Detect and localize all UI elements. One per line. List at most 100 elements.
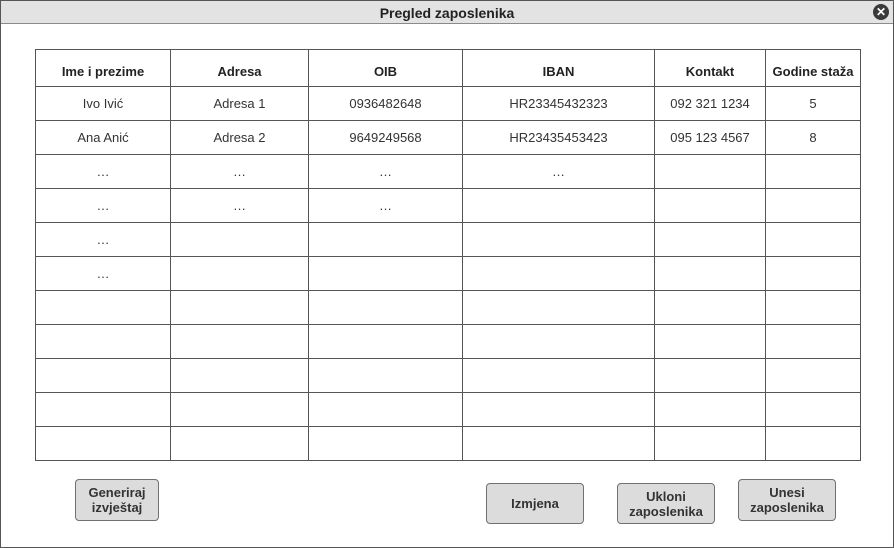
column-header-oib[interactable]: OIB bbox=[308, 49, 463, 87]
table-cell-oib: … bbox=[308, 154, 463, 189]
table-cell-contact bbox=[654, 154, 766, 189]
table-cell-contact bbox=[654, 222, 766, 257]
table-cell-address: … bbox=[170, 188, 309, 223]
remove-employee-label-line2: zaposlenika bbox=[629, 503, 703, 519]
table-cell-years-of-service: 8 bbox=[765, 120, 861, 155]
column-header-address[interactable]: Adresa bbox=[170, 49, 309, 87]
table-cell-contact bbox=[654, 392, 766, 427]
generate-report-label-line2: izvještaj bbox=[91, 500, 143, 515]
table-cell-address bbox=[170, 222, 309, 257]
table-cell-oib bbox=[308, 392, 463, 427]
table-cell-oib: … bbox=[308, 188, 463, 223]
table-cell-oib bbox=[308, 324, 463, 359]
table-cell-name bbox=[35, 324, 171, 359]
column-header-iban[interactable]: IBAN bbox=[462, 49, 655, 87]
table-header-row: Ime i prezime Adresa OIB IBAN Kontakt Go… bbox=[35, 49, 861, 87]
table-cell-address bbox=[170, 426, 309, 461]
table-cell-address bbox=[170, 392, 309, 427]
add-employee-button[interactable]: Unesi zaposlenika bbox=[738, 479, 836, 521]
table-cell-name: Ivo Ivić bbox=[35, 86, 171, 121]
table-cell-iban bbox=[462, 358, 655, 393]
table-cell-iban: … bbox=[462, 154, 655, 189]
table-cell-years-of-service: 5 bbox=[765, 86, 861, 121]
edit-button[interactable]: Izmjena bbox=[486, 483, 584, 524]
table-cell-name bbox=[35, 426, 171, 461]
table-cell-iban bbox=[462, 256, 655, 291]
add-employee-label-line1: Unesi bbox=[769, 485, 805, 500]
column-header-contact[interactable]: Kontakt bbox=[654, 49, 766, 87]
table-row[interactable]: Ana Anić Adresa 2 9649249568 HR23435453423 0… bbox=[35, 120, 861, 155]
table-cell-years-of-service bbox=[765, 324, 861, 359]
table-cell-contact bbox=[654, 256, 766, 291]
table-cell-oib bbox=[308, 426, 463, 461]
table-row[interactable] bbox=[35, 324, 861, 359]
table-cell-years-of-service bbox=[765, 256, 861, 291]
generate-report-button[interactable]: Generiraj izvještaj bbox=[75, 479, 159, 521]
edit-button-label: Izmjena bbox=[511, 496, 559, 511]
table-cell-years-of-service bbox=[765, 358, 861, 393]
table-cell-years-of-service bbox=[765, 188, 861, 223]
table-cell-address bbox=[170, 324, 309, 359]
table-row[interactable]: ……… bbox=[35, 188, 861, 223]
table-cell-iban: HR23435453423 bbox=[462, 120, 655, 155]
table-cell-address bbox=[170, 256, 309, 291]
table-cell-contact: 095 123 4567 bbox=[654, 120, 766, 155]
table-cell-contact bbox=[654, 290, 766, 325]
table-cell-iban bbox=[462, 426, 655, 461]
close-icon[interactable]: ✕ bbox=[873, 4, 889, 20]
table-cell-iban bbox=[462, 188, 655, 223]
table-cell-years-of-service bbox=[765, 392, 861, 427]
table-cell-contact bbox=[654, 358, 766, 393]
employees-table: Ime i prezime Adresa OIB IBAN Kontakt Go… bbox=[35, 49, 861, 461]
table-cell-years-of-service bbox=[765, 426, 861, 461]
table-cell-years-of-service bbox=[765, 154, 861, 189]
table-row[interactable] bbox=[35, 392, 861, 427]
table-cell-name: Ana Anić bbox=[35, 120, 171, 155]
table-row[interactable] bbox=[35, 426, 861, 461]
table-row[interactable] bbox=[35, 358, 861, 393]
table-cell-oib bbox=[308, 256, 463, 291]
table-row[interactable]: ………… bbox=[35, 154, 861, 189]
table-cell-name: … bbox=[35, 256, 171, 291]
table-cell-oib bbox=[308, 290, 463, 325]
table-cell-contact bbox=[654, 426, 766, 461]
table-cell-name: … bbox=[35, 154, 171, 189]
generate-report-label-line1: Generiraj bbox=[88, 485, 146, 500]
remove-employee-label-line1: Ukloni bbox=[646, 488, 686, 504]
table-cell-oib bbox=[308, 222, 463, 257]
table-cell-oib: 9649249568 bbox=[308, 120, 463, 155]
table-cell-contact: 092 321 1234 bbox=[654, 86, 766, 121]
table-cell-years-of-service bbox=[765, 290, 861, 325]
table-cell-years-of-service bbox=[765, 222, 861, 257]
table-row[interactable]: Ivo Ivić Adresa 1 0936482648 HR23345432323 0… bbox=[35, 86, 861, 121]
table-cell-contact bbox=[654, 324, 766, 359]
table-cell-iban bbox=[462, 324, 655, 359]
table-cell-iban bbox=[462, 392, 655, 427]
table-body: Ivo Ivić Adresa 1 0936482648 HR23345432323 0… bbox=[35, 86, 861, 461]
table-cell-name: … bbox=[35, 188, 171, 223]
table-cell-address: … bbox=[170, 154, 309, 189]
table-cell-oib: 0936482648 bbox=[308, 86, 463, 121]
add-employee-label-line2: zaposlenika bbox=[750, 500, 824, 515]
table-cell-address bbox=[170, 358, 309, 393]
remove-employee-button[interactable]: Ukloni zaposlenika bbox=[617, 483, 715, 524]
column-header-name[interactable]: Ime i prezime bbox=[35, 49, 171, 87]
table-row[interactable]: … bbox=[35, 256, 861, 291]
table-cell-iban: HR23345432323 bbox=[462, 86, 655, 121]
window-title: Pregled zaposlenika bbox=[379, 5, 515, 21]
table-cell-address: Adresa 1 bbox=[170, 86, 309, 121]
table-row[interactable] bbox=[35, 290, 861, 325]
table-cell-iban bbox=[462, 222, 655, 257]
table-cell-iban bbox=[462, 290, 655, 325]
column-header-years-of-service[interactable]: Godine staža bbox=[765, 49, 861, 87]
table-cell-contact bbox=[654, 188, 766, 223]
table-cell-name bbox=[35, 392, 171, 427]
title-bar: Pregled zaposlenika ✕ bbox=[1, 1, 893, 24]
table-row[interactable]: … bbox=[35, 222, 861, 257]
table-cell-address bbox=[170, 290, 309, 325]
table-cell-name bbox=[35, 290, 171, 325]
table-cell-oib bbox=[308, 358, 463, 393]
table-cell-name: … bbox=[35, 222, 171, 257]
table-cell-name bbox=[35, 358, 171, 393]
table-cell-address: Adresa 2 bbox=[170, 120, 309, 155]
